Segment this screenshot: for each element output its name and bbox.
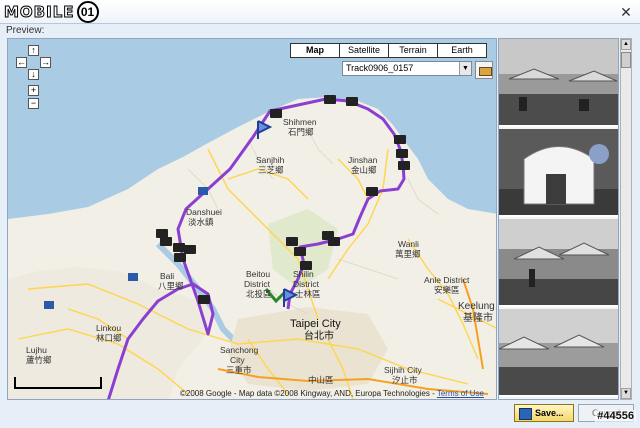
route-shield-2 (198, 187, 208, 195)
label-bali-zh: 八里鄉 (158, 281, 184, 291)
label-sanchong-zh: 三重市 (226, 365, 252, 375)
label-sijhih-zh: 汐止市 (392, 375, 418, 385)
label-beitou-district: District (244, 279, 271, 289)
watermark: #44556 (595, 410, 636, 422)
label-taipei-zh: 台北市 (304, 329, 334, 342)
label-bali: Bali (160, 271, 174, 281)
map-canvas[interactable]: Shihmen 石門鄉 Sanjhih 三芝鄉 Jinshan 金山鄉 Dans… (8, 39, 497, 400)
camera-icon (396, 149, 408, 158)
map-type-earth-button[interactable]: Earth (437, 43, 487, 58)
label-lujhu-zh: 蘆竹鄉 (26, 355, 52, 365)
photo-scrollbar[interactable]: ▲ ▼ (620, 38, 632, 400)
scale-bar (14, 377, 102, 389)
photo-thumbnail[interactable] (499, 39, 618, 127)
label-shihmen: Shihmen (283, 117, 317, 127)
label-sanjhih-zh: 三芝鄉 (258, 165, 284, 175)
camera-icon (286, 237, 298, 246)
camera-icon (173, 243, 185, 252)
label-danshuei-zh: 淡水鎮 (188, 217, 214, 227)
photo-thumbnail[interactable] (499, 309, 618, 397)
label-wanli: Wanli (398, 239, 419, 249)
pan-right-button[interactable]: → (40, 57, 51, 68)
pan-zoom-controls: ↑ ← → ↓ + − (14, 45, 54, 115)
logo-text: MOBILE (4, 3, 75, 22)
photo-strip (498, 38, 619, 400)
camera-icon (346, 97, 358, 106)
chevron-down-icon[interactable]: ▼ (459, 62, 471, 75)
camera-icon (394, 135, 406, 144)
label-jhongshan: 中山區 (308, 375, 334, 385)
map-type-map-button[interactable]: Map (290, 43, 340, 58)
label-beitou-zh: 北投區 (246, 289, 272, 299)
copyright-text: ©2008 Google - Map data ©2008 Kingway, A… (180, 389, 435, 398)
save-button[interactable]: Save... (514, 404, 574, 422)
label-sanchong: Sanchong (220, 345, 259, 355)
pan-down-button[interactable]: ↓ (28, 69, 39, 80)
label-sanjhih: Sanjhih (256, 155, 285, 165)
label-keelung: Keelung (458, 301, 495, 312)
camera-icon (184, 245, 196, 254)
track-select[interactable]: Track0906_0157 ▼ (342, 61, 472, 76)
map-type-satellite-button[interactable]: Satellite (339, 43, 389, 58)
terms-of-use-link[interactable]: Terms of Use (437, 389, 484, 398)
logo-badge: 01 (76, 1, 99, 23)
route-shield-61 (128, 273, 138, 281)
label-jinshan-zh: 金山鄉 (351, 165, 377, 175)
camera-icon (328, 237, 340, 246)
map-copyright: ©2008 Google - Map data ©2008 Kingway, A… (180, 389, 484, 398)
camera-icon (366, 187, 378, 196)
photo-thumbnail[interactable] (499, 219, 618, 307)
label-linkou: Linkou (96, 323, 121, 333)
label-shihmen-zh: 石門鄉 (288, 127, 314, 137)
title-bar: MOBILE 01 ✕ (0, 0, 640, 24)
camera-icon (156, 229, 168, 238)
track-select-value: Track0906_0157 (346, 63, 414, 73)
label-sanchong-city: City (230, 355, 245, 365)
label-sijhih: Sijhih City (384, 365, 423, 375)
camera-icon (294, 247, 306, 256)
label-anle-zh: 安樂區 (434, 285, 460, 295)
label-anle: Anle District (424, 275, 470, 285)
label-linkou-zh: 林口鄉 (96, 333, 122, 343)
map-type-terrain-button[interactable]: Terrain (388, 43, 438, 58)
camera-icon (198, 295, 210, 304)
label-lujhu: Lujhu (26, 345, 47, 355)
scroll-thumb[interactable] (621, 52, 631, 68)
label-wanli-zh: 萬里鄉 (395, 249, 421, 259)
label-shilin-district: District (293, 279, 320, 289)
scroll-up-icon[interactable]: ▲ (621, 39, 631, 50)
close-icon[interactable]: ✕ (618, 4, 634, 20)
camera-icon (270, 109, 282, 118)
map-type-bar: Map Satellite Terrain Earth (290, 43, 487, 58)
scroll-down-icon[interactable]: ▼ (621, 388, 631, 399)
zoom-out-button[interactable]: − (28, 98, 39, 109)
label-keelung-zh: 基隆市 (463, 311, 493, 324)
app-logo: MOBILE 01 (4, 1, 99, 23)
map-view[interactable]: Shihmen 石門鄉 Sanjhih 三芝鄉 Jinshan 金山鄉 Dans… (7, 38, 497, 400)
label-taipei: Taipei City (290, 318, 341, 330)
pan-left-button[interactable]: ← (16, 57, 27, 68)
camera-icon (398, 161, 410, 170)
label-jinshan: Jinshan (348, 155, 378, 165)
label-shilin: Shilin (293, 269, 314, 279)
preview-label: Preview: (6, 25, 45, 36)
camera-icon (174, 253, 186, 262)
track-info-icon[interactable] (475, 61, 493, 79)
camera-icon (160, 237, 172, 246)
route-shield-15 (44, 301, 54, 309)
label-danshuei: Danshuei (186, 207, 222, 217)
label-beitou: Beitou (246, 269, 270, 279)
pan-up-button[interactable]: ↑ (28, 45, 39, 56)
zoom-in-button[interactable]: + (28, 85, 39, 96)
label-shilin-zh: 士林區 (295, 289, 321, 299)
camera-icon (324, 95, 336, 104)
photo-thumbnail[interactable] (499, 129, 618, 217)
